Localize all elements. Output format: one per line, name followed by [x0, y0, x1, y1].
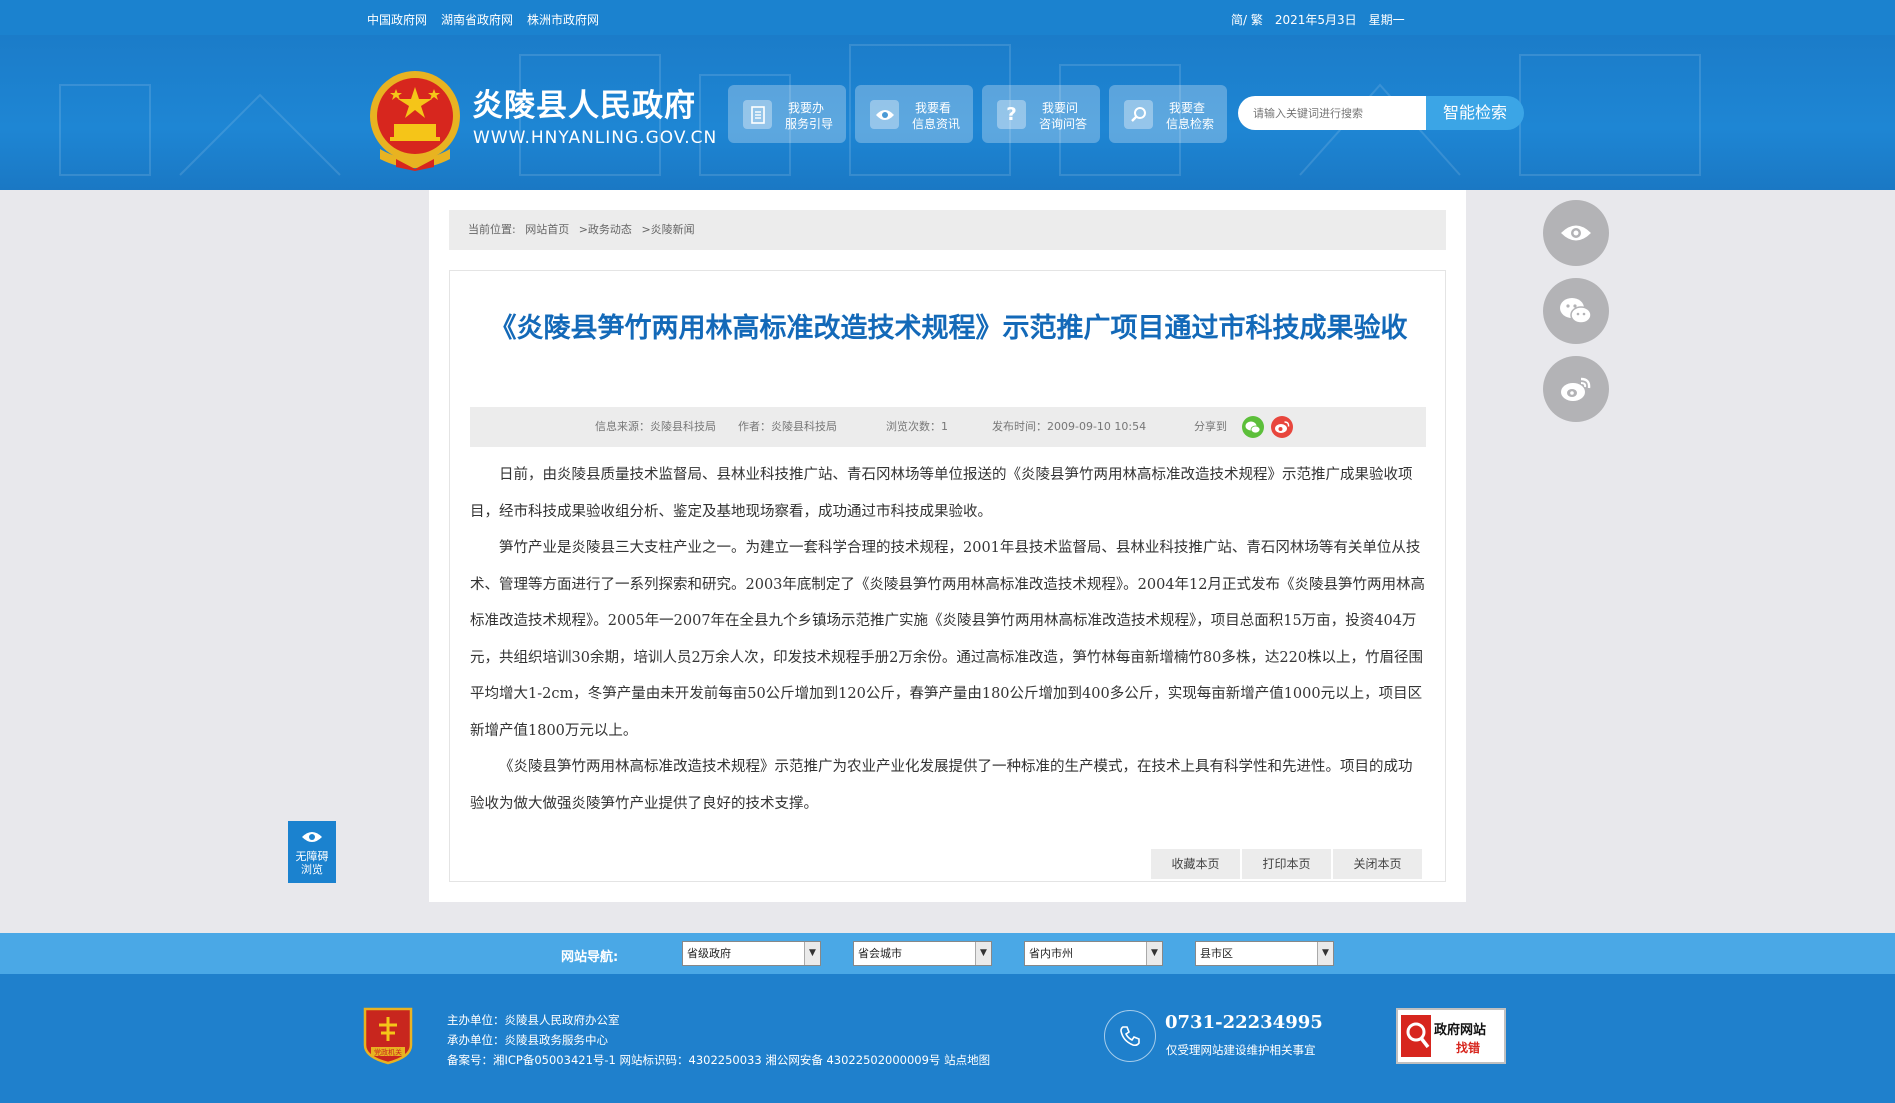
chevron-down-icon: ▼ — [1317, 942, 1333, 965]
link-hunan-gov[interactable]: 湖南省政府网 — [441, 11, 513, 28]
accessibility-label-1: 无障碍 — [295, 850, 329, 863]
accessibility-label-2: 浏览 — [301, 863, 323, 876]
party-gov-badge-icon[interactable]: 党政机关 — [361, 1005, 415, 1065]
site-domain: WWW.HNYANLING.GOV.CN — [473, 128, 718, 148]
breadcrumb-news[interactable]: >政务动态 — [579, 223, 632, 236]
breadcrumb-home[interactable]: 网站首页 — [525, 223, 569, 236]
bookmark-page-button[interactable]: 收藏本页 — [1151, 849, 1240, 879]
footer-sponsor: 主办单位：炎陵县人民政府办公室 — [447, 1013, 620, 1027]
footer-record: 备案号：湘ICP备05003421号-1 网站标识码：4302250033 湘公… — [447, 1053, 991, 1067]
close-page-button[interactable]: 关闭本页 — [1333, 849, 1422, 879]
select-value: 省内市州 — [1029, 947, 1073, 960]
lang-switch[interactable]: 简/ 繁 — [1231, 11, 1263, 28]
article-paragraph: 日前，由炎陵县质量技术监督局、县林业科技推广站、青石冈林场等单位报送的《炎陵县笋… — [470, 467, 1413, 520]
breadcrumb-label: 当前位置: — [468, 223, 516, 236]
current-date: 2021年5月3日 — [1274, 13, 1357, 27]
error-report-line2: 找错 — [1456, 1041, 1481, 1055]
eye-icon — [1561, 225, 1591, 241]
chevron-down-icon: ▼ — [975, 942, 991, 965]
footer-phone-note: 仅受理网站建设维护相关事宜 — [1166, 1043, 1316, 1057]
breadcrumb: 当前位置: 网站首页 >政务动态 >炎陵新闻 — [449, 210, 1446, 250]
service-apply-button[interactable]: 我要办 服务引导 — [728, 85, 846, 143]
article-body: 日前，由炎陵县质量技术监督局、县林业科技推广站、青石冈林场等单位报送的《炎陵县笋… — [470, 457, 1426, 822]
print-page-button[interactable]: 打印本页 — [1242, 849, 1331, 879]
article-paragraph: 笋竹产业是炎陵县三大支柱产业之一。为建立一套科学合理的技术规程，2001年县技术… — [470, 540, 1425, 739]
top-bar: 中国政府网 湖南省政府网 株洲市政府网 简/ 繁 2021年5月3日 星期一 — [0, 0, 1895, 35]
wechat-icon — [1560, 298, 1592, 324]
phone-icon — [1104, 1010, 1156, 1062]
service-search-title: 我要查 — [1169, 101, 1206, 115]
top-right-info: 简/ 繁 2021年5月3日 星期一 — [1231, 11, 1405, 28]
header-search: 智能检索 — [1238, 96, 1524, 130]
article-meta: 信息来源：炎陵县科技局 作者：炎陵县科技局 浏览次数：1 发布时间：2009-0… — [470, 407, 1426, 447]
select-capital-cities[interactable]: 省会城市 ▼ — [853, 941, 992, 966]
meta-published: 发布时间：2009-09-10 10:54 — [992, 420, 1147, 433]
top-links: 中国政府网 湖南省政府网 株洲市政府网 — [367, 11, 599, 28]
share-weibo-icon[interactable] — [1271, 416, 1293, 438]
article: 《炎陵县笋竹两用林高标准改造技术规程》示范推广项目通过市科技成果验收 信息来源：… — [449, 270, 1446, 882]
chevron-down-icon: ▼ — [804, 942, 820, 965]
search-input[interactable] — [1238, 96, 1428, 130]
service-search-sub: 信息检索 — [1166, 117, 1215, 131]
float-wechat-button[interactable] — [1543, 278, 1609, 344]
site-footer: 党政机关 主办单位：炎陵县人民政府办公室 承办单位：炎陵县政务服务中心 备案号：… — [0, 974, 1895, 1103]
question-icon: ? — [997, 100, 1026, 129]
meta-views: 浏览次数：1 — [886, 420, 948, 433]
service-view-button[interactable]: 我要看 信息资讯 — [855, 85, 973, 143]
float-view-button[interactable] — [1543, 200, 1609, 266]
search-icon — [1124, 100, 1153, 129]
service-search-button[interactable]: 我要查 信息检索 — [1109, 85, 1227, 143]
document-icon — [743, 100, 772, 129]
link-gov-cn[interactable]: 中国政府网 — [367, 11, 427, 28]
site-nav-label: 网站导航: — [561, 950, 619, 965]
article-actions: 收藏本页 打印本页 关闭本页 — [1151, 849, 1422, 879]
select-value: 省会城市 — [858, 947, 902, 960]
article-paragraph: 《炎陵县笋竹两用林高标准改造技术规程》示范推广为农业产业化发展提供了一种标准的生… — [470, 759, 1413, 812]
magnifier-icon — [1401, 1015, 1431, 1057]
service-apply-sub: 服务引导 — [785, 117, 834, 131]
error-report-line1: 政府网站 — [1434, 1023, 1487, 1038]
service-view-title: 我要看 — [915, 101, 952, 115]
gov-site-error-report-button[interactable]: 政府网站 找错 — [1396, 1008, 1506, 1064]
share-wechat-icon[interactable] — [1242, 416, 1264, 438]
meta-author: 作者：炎陵县科技局 — [738, 420, 837, 433]
site-title: 炎陵县人民政府 — [472, 88, 696, 124]
party-gov-badge-text: 党政机关 — [374, 1048, 402, 1057]
select-provincial-gov[interactable]: 省级政府 ▼ — [682, 941, 821, 966]
select-value: 省级政府 — [687, 947, 731, 960]
float-weibo-button[interactable] — [1543, 356, 1609, 422]
select-value: 县市区 — [1200, 947, 1233, 960]
national-emblem-icon — [370, 71, 460, 171]
current-weekday: 星期一 — [1368, 13, 1405, 27]
eye-icon — [870, 100, 899, 129]
link-zhuzhou-gov[interactable]: 株洲市政府网 — [527, 11, 599, 28]
accessibility-button[interactable]: 无障碍 浏览 — [288, 821, 336, 883]
footer-organizer: 承办单位：炎陵县政务服务中心 — [447, 1033, 608, 1047]
select-counties[interactable]: 县市区 ▼ — [1195, 941, 1334, 966]
site-header: 炎陵县人民政府 WWW.HNYANLING.GOV.CN 我要办 服务引导 我要… — [0, 35, 1895, 190]
content-panel: 当前位置: 网站首页 >政务动态 >炎陵新闻 《炎陵县笋竹两用林高标准改造技术规… — [429, 190, 1466, 902]
service-view-sub: 信息资讯 — [912, 117, 961, 131]
service-apply-title: 我要办 — [788, 101, 825, 115]
meta-source: 信息来源：炎陵县科技局 — [595, 420, 716, 433]
smart-search-button[interactable]: 智能检索 — [1426, 96, 1524, 130]
meta-share-label: 分享到 — [1194, 420, 1227, 433]
footer-info: 主办单位：炎陵县人民政府办公室 承办单位：炎陵县政务服务中心 备案号：湘ICP备… — [447, 1010, 990, 1070]
breadcrumb-local[interactable]: >炎陵新闻 — [641, 223, 694, 236]
service-ask-button[interactable]: ? 我要问 咨询问答 — [982, 85, 1100, 143]
service-ask-sub: 咨询问答 — [1039, 117, 1088, 131]
service-ask-title: 我要问 — [1042, 101, 1079, 115]
site-nav-bar: 网站导航: 省级政府 ▼ 省会城市 ▼ 省内市州 ▼ 县市区 ▼ — [0, 933, 1895, 974]
footer-phone: 0731-22234995 — [1165, 1012, 1323, 1033]
weibo-icon — [1561, 377, 1591, 401]
select-prefectures[interactable]: 省内市州 ▼ — [1024, 941, 1163, 966]
eye-icon — [302, 832, 322, 842]
chevron-down-icon: ▼ — [1146, 942, 1162, 965]
article-title: 《炎陵县笋竹两用林高标准改造技术规程》示范推广项目通过市科技成果验收 — [489, 313, 1408, 344]
